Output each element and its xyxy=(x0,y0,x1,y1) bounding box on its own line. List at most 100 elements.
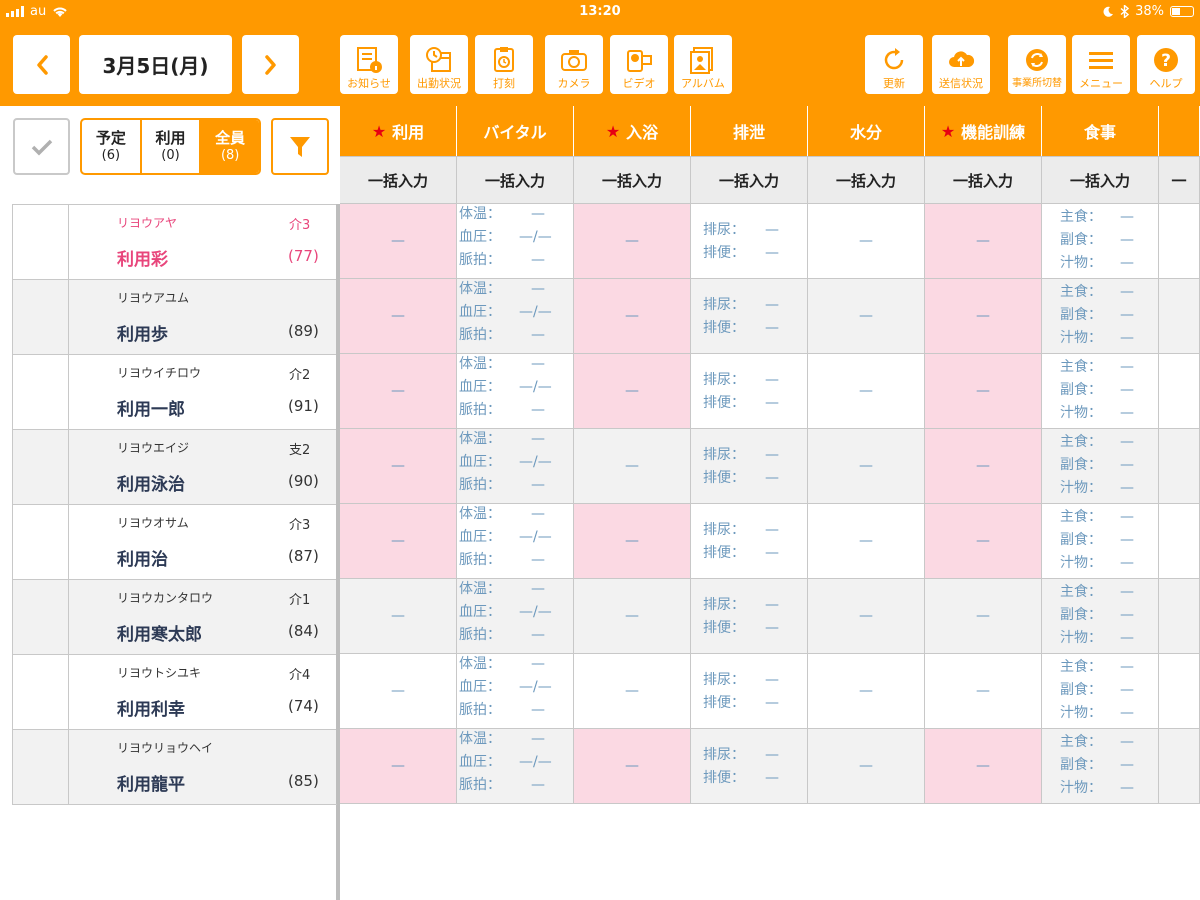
row-select-cell[interactable] xyxy=(13,430,69,504)
bulk-input-button[interactable]: 一括入力 xyxy=(574,156,691,204)
water-cell[interactable]: — xyxy=(808,654,925,729)
vital-cell[interactable]: 体温： — 血圧： —/— 脈拍： — xyxy=(457,504,574,579)
training-cell[interactable]: — xyxy=(925,504,1042,579)
meal-cell[interactable]: 主食： — 副食： — 汁物： — xyxy=(1042,354,1159,429)
bulk-input-button[interactable]: 一括入力 xyxy=(1042,156,1159,204)
usage-cell[interactable]: — xyxy=(340,504,457,579)
water-cell[interactable]: — xyxy=(808,204,925,279)
meal-cell[interactable]: 主食： — 副食： — 汁物： — xyxy=(1042,654,1159,729)
row-select-cell[interactable] xyxy=(13,730,69,804)
meal-cell[interactable]: 主食： — 副食： — 汁物： — xyxy=(1042,279,1159,354)
training-cell[interactable]: — xyxy=(925,354,1042,429)
bulk-input-button[interactable]: 一括入力 xyxy=(925,156,1042,204)
bulk-input-button[interactable]: 一括入力 xyxy=(457,156,574,204)
user-row[interactable]: リヨウリョウヘイ 利用龍平 (85) xyxy=(12,729,337,804)
refresh-button[interactable]: 更新 xyxy=(865,35,923,94)
user-row[interactable]: リヨウトシユキ 介4 利用利幸 (74) xyxy=(12,654,337,729)
date-display[interactable]: 3月5日(月) xyxy=(79,35,232,94)
notice-button[interactable]: お知らせ xyxy=(340,35,398,94)
training-cell[interactable]: — xyxy=(925,729,1042,804)
excretion-cell[interactable]: 排尿： — 排便： — xyxy=(691,279,808,354)
usage-cell[interactable]: — xyxy=(340,654,457,729)
training-cell[interactable]: — xyxy=(925,279,1042,354)
excretion-cell[interactable]: 排尿： — 排便： — xyxy=(691,579,808,654)
user-row[interactable]: リヨウアヤ 介3 利用彩 (77) xyxy=(12,204,337,279)
usage-cell[interactable]: — xyxy=(340,204,457,279)
meal-cell[interactable]: 主食： — 副食： — 汁物： — xyxy=(1042,504,1159,579)
vital-cell[interactable]: 体温： — 血圧： —/— 脈拍： — xyxy=(457,429,574,504)
filter-scheduled[interactable]: 予定 (6) xyxy=(82,120,142,173)
row-select-cell[interactable] xyxy=(13,655,69,729)
water-cell[interactable]: — xyxy=(808,729,925,804)
training-cell[interactable]: — xyxy=(925,204,1042,279)
user-row[interactable]: リヨウオサム 介3 利用治 (87) xyxy=(12,504,337,579)
menu-button[interactable]: メニュー xyxy=(1072,35,1130,94)
bath-cell[interactable]: — xyxy=(574,504,691,579)
meal-cell[interactable]: 主食： — 副食： — 汁物： — xyxy=(1042,579,1159,654)
bath-cell[interactable]: — xyxy=(574,429,691,504)
water-cell[interactable]: — xyxy=(808,354,925,429)
vital-cell[interactable]: 体温： — 血圧： —/— 脈拍： — xyxy=(457,279,574,354)
help-button[interactable]: ? ヘルプ xyxy=(1137,35,1195,94)
camera-button[interactable]: カメラ xyxy=(545,35,603,94)
bath-cell[interactable]: — xyxy=(574,279,691,354)
meal-cell[interactable]: 主食： — 副食： — 汁物： — xyxy=(1042,729,1159,804)
training-cell[interactable]: — xyxy=(925,429,1042,504)
attendance-button[interactable]: 出勤状況 xyxy=(410,35,468,94)
usage-cell[interactable]: — xyxy=(340,729,457,804)
user-row[interactable]: リヨウイチロウ 介2 利用一郎 (91) xyxy=(12,354,337,429)
next-date-button[interactable] xyxy=(242,35,299,94)
bulk-input-button[interactable]: 一 xyxy=(1159,156,1200,204)
bulk-input-button[interactable]: 一括入力 xyxy=(340,156,457,204)
usage-cell[interactable]: — xyxy=(340,579,457,654)
vital-cell[interactable]: 体温： — 血圧： —/— 脈拍： — xyxy=(457,204,574,279)
bath-cell[interactable]: — xyxy=(574,654,691,729)
bulk-input-button[interactable]: 一括入力 xyxy=(691,156,808,204)
send-status-button[interactable]: 送信状況 xyxy=(932,35,990,94)
filter-using[interactable]: 利用 (0) xyxy=(142,120,202,173)
user-row[interactable]: リヨウアユム 利用歩 (89) xyxy=(12,279,337,354)
user-row[interactable]: リヨウカンタロウ 介1 利用寒太郎 (84) xyxy=(12,579,337,654)
filter-button[interactable] xyxy=(271,118,329,175)
meal-cell[interactable]: 主食： — 副食： — 汁物： — xyxy=(1042,204,1159,279)
row-select-cell[interactable] xyxy=(13,355,69,429)
album-button[interactable]: アルバム xyxy=(674,35,732,94)
water-cell[interactable]: — xyxy=(808,504,925,579)
excretion-cell[interactable]: 排尿： — 排便： — xyxy=(691,654,808,729)
user-row[interactable]: リヨウエイジ 支2 利用泳治 (90) xyxy=(12,429,337,504)
water-cell[interactable]: — xyxy=(808,579,925,654)
meal-cell[interactable]: 主食： — 副食： — 汁物： — xyxy=(1042,429,1159,504)
row-select-cell[interactable] xyxy=(13,205,69,279)
bath-cell[interactable]: — xyxy=(574,354,691,429)
filter-all[interactable]: 全員 (8) xyxy=(201,120,259,173)
row-select-cell[interactable] xyxy=(13,505,69,579)
row-select-cell[interactable] xyxy=(13,280,69,354)
prev-date-button[interactable] xyxy=(13,35,70,94)
excretion-cell[interactable]: 排尿： — 排便： — xyxy=(691,204,808,279)
excretion-cell[interactable]: 排尿： — 排便： — xyxy=(691,729,808,804)
bulk-check-button[interactable] xyxy=(13,118,70,175)
timestamp-button[interactable]: 打刻 xyxy=(475,35,533,94)
vital-cell[interactable]: 体温： — 血圧： —/— 脈拍： — xyxy=(457,579,574,654)
vital-line: 体温： — xyxy=(459,656,545,672)
excretion-cell[interactable]: 排尿： — 排便： — xyxy=(691,504,808,579)
video-button[interactable]: ビデオ xyxy=(610,35,668,94)
bath-cell[interactable]: — xyxy=(574,729,691,804)
usage-cell[interactable]: — xyxy=(340,354,457,429)
water-cell[interactable]: — xyxy=(808,429,925,504)
bulk-input-button[interactable]: 一括入力 xyxy=(808,156,925,204)
vital-cell[interactable]: 体温： — 血圧： —/— 脈拍： — xyxy=(457,654,574,729)
office-switch-button[interactable]: 事業所切替 xyxy=(1008,35,1066,94)
vital-cell[interactable]: 体温： — 血圧： —/— 脈拍： — xyxy=(457,729,574,804)
training-cell[interactable]: — xyxy=(925,579,1042,654)
excretion-cell[interactable]: 排尿： — 排便： — xyxy=(691,429,808,504)
vital-cell[interactable]: 体温： — 血圧： —/— 脈拍： — xyxy=(457,354,574,429)
training-cell[interactable]: — xyxy=(925,654,1042,729)
bath-cell[interactable]: — xyxy=(574,204,691,279)
bath-cell[interactable]: — xyxy=(574,579,691,654)
excretion-cell[interactable]: 排尿： — 排便： — xyxy=(691,354,808,429)
row-select-cell[interactable] xyxy=(13,580,69,654)
usage-cell[interactable]: — xyxy=(340,429,457,504)
water-cell[interactable]: — xyxy=(808,279,925,354)
usage-cell[interactable]: — xyxy=(340,279,457,354)
